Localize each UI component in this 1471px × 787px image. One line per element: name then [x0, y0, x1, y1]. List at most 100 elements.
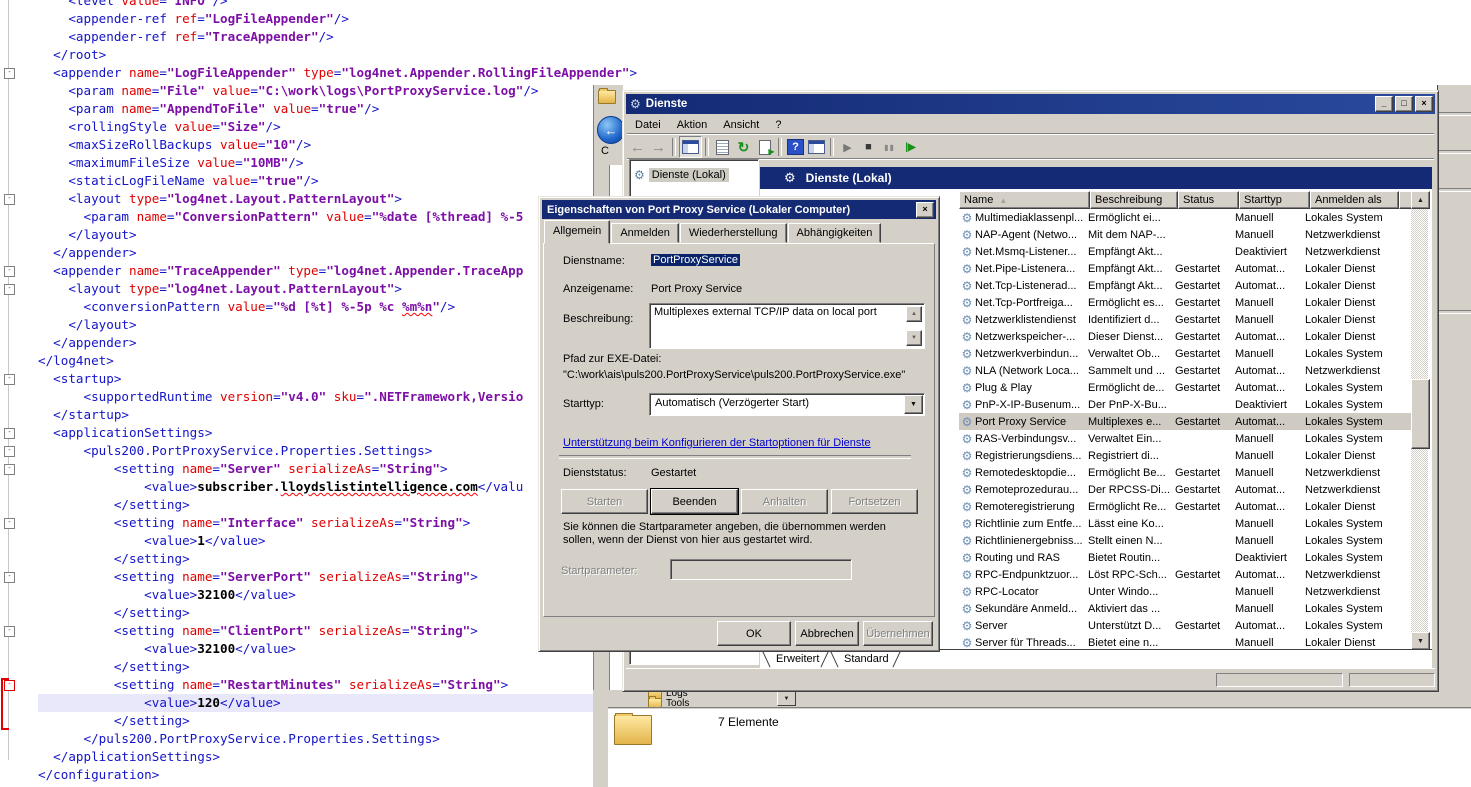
- service-row[interactable]: ⚙Net.Tcp-Portfreiga...Ermöglicht es...Ge…: [959, 294, 1411, 311]
- code-line[interactable]: <value>1</value>: [38, 532, 622, 550]
- tab-wiederherstellung[interactable]: Wiederherstellung: [680, 223, 787, 243]
- code-line[interactable]: <setting name="RestartMinutes" serialize…: [38, 676, 622, 694]
- tree-item-dienste-lokal[interactable]: ⚙ Dienste (Lokal): [634, 168, 729, 182]
- code-line[interactable]: <setting name="ClientPort" serializeAs="…: [38, 622, 622, 640]
- code-line[interactable]: <appender-ref ref="TraceAppender"/>: [38, 28, 622, 46]
- explorer-folder-tools[interactable]: Tools: [648, 698, 689, 707]
- service-row[interactable]: ⚙Netzwerkverbindun...Verwaltet Ob...Gest…: [959, 345, 1411, 362]
- fold-marker[interactable]: -: [4, 572, 15, 583]
- beenden-button[interactable]: Beenden: [651, 489, 738, 514]
- code-line[interactable]: <startup>: [38, 370, 622, 388]
- code-line[interactable]: </root>: [38, 46, 622, 64]
- pause-service-icon[interactable]: ▮▮: [879, 137, 900, 157]
- service-row[interactable]: ⚙Multimediaklassenpl...Ermöglicht ei...M…: [959, 209, 1411, 226]
- column-header-Name[interactable]: Name▲: [959, 191, 1090, 209]
- ok-button[interactable]: OK: [717, 621, 791, 646]
- service-row[interactable]: ⚙Richtlinie zum Entfe...Lässt eine Ko...…: [959, 515, 1411, 532]
- export-list-icon[interactable]: [754, 137, 775, 157]
- start-service-icon[interactable]: ▶: [837, 137, 858, 157]
- column-header-Starttyp[interactable]: Starttyp: [1239, 191, 1310, 209]
- code-line[interactable]: <param name="File" value="C:\work\logs\P…: [38, 82, 622, 100]
- fold-marker[interactable]: -: [4, 194, 15, 205]
- close-button[interactable]: ×: [1415, 96, 1433, 112]
- code-line[interactable]: </setting>: [38, 496, 622, 514]
- code-line[interactable]: <maxSizeRollBackups value="10"/>: [38, 136, 622, 154]
- service-row[interactable]: ⚙Net.Msmq-Listener...Empfängt Akt...Deak…: [959, 243, 1411, 260]
- fold-marker[interactable]: -: [4, 464, 15, 475]
- service-row[interactable]: ⚙RAS-Verbindungsv...Verwaltet Ein...Manu…: [959, 430, 1411, 447]
- dialog-title-bar[interactable]: Eigenschaften von Port Proxy Service (Lo…: [542, 200, 936, 219]
- window-title-bar[interactable]: ⚙ Dienste _□×: [626, 94, 1435, 114]
- code-line[interactable]: <value>subscriber.lloydslistintelligence…: [38, 478, 622, 496]
- code-line[interactable]: <staticLogFileName value="true"/>: [38, 172, 622, 190]
- chevron-down-icon[interactable]: ▼: [904, 395, 923, 414]
- refresh-icon[interactable]: ↻: [733, 137, 754, 157]
- code-line[interactable]: <applicationSettings>: [38, 424, 622, 442]
- support-link[interactable]: Unterstützung beim Konfigurieren der Sta…: [563, 437, 871, 449]
- service-row[interactable]: ⚙Richtlinienergebniss...Stellt einen N..…: [959, 532, 1411, 549]
- fold-marker[interactable]: -: [4, 68, 15, 79]
- code-line[interactable]: </setting>: [38, 604, 622, 622]
- code-line[interactable]: </appender>: [38, 244, 622, 262]
- scroll-down-button[interactable]: ▼: [1411, 632, 1430, 650]
- tab-abhaengigkeiten[interactable]: Abhängigkeiten: [788, 223, 882, 243]
- scroll-thumb[interactable]: [1411, 379, 1430, 449]
- column-header-Beschreibung[interactable]: Beschreibung: [1090, 191, 1178, 209]
- service-row[interactable]: ⚙Netzwerkspeicher-...Dieser Dienst...Ges…: [959, 328, 1411, 345]
- code-line[interactable]: <rollingStyle value="Size"/>: [38, 118, 622, 136]
- service-row[interactable]: ⚙Routing und RASBietet Routin...Deaktivi…: [959, 549, 1411, 566]
- code-line[interactable]: <value>120</value>: [38, 694, 622, 712]
- stop-service-icon[interactable]: ■: [858, 137, 879, 157]
- service-row[interactable]: ⚙Port Proxy ServiceMultiplexes e...Gesta…: [959, 413, 1411, 430]
- window-list-icon[interactable]: [806, 137, 827, 157]
- code-line[interactable]: <appender name="LogFileAppender" type="l…: [38, 64, 622, 82]
- code-line[interactable]: </setting>: [38, 658, 622, 676]
- code-line[interactable]: </puls200.PortProxyService.Properties.Se…: [38, 730, 622, 748]
- scroll-up-button[interactable]: ▲: [906, 306, 922, 322]
- bottom-tab-standard[interactable]: Standard: [844, 653, 889, 665]
- code-line[interactable]: </configuration>: [38, 766, 622, 784]
- fold-marker[interactable]: -: [4, 374, 15, 385]
- beschreibung-box[interactable]: Multiplexes external TCP/IP data on loca…: [649, 303, 925, 349]
- fold-marker[interactable]: -: [4, 428, 15, 439]
- scroll-down-button[interactable]: ▼: [906, 330, 922, 346]
- menu-datei[interactable]: Datei: [627, 117, 669, 133]
- console-tree-icon[interactable]: [679, 136, 702, 158]
- tab-allgemein[interactable]: Allgemein: [544, 220, 610, 244]
- maximize-button[interactable]: □: [1395, 96, 1413, 112]
- minimize-button[interactable]: _: [1375, 96, 1393, 112]
- code-line[interactable]: <appender name="TraceAppender" type="log…: [38, 262, 622, 280]
- dienstname-value[interactable]: PortProxyService: [651, 254, 740, 266]
- code-line[interactable]: <setting name="Server" serializeAs="Stri…: [38, 460, 622, 478]
- dialog-close-button[interactable]: ×: [916, 202, 934, 218]
- tab-anmelden[interactable]: Anmelden: [611, 223, 679, 243]
- code-line[interactable]: <puls200.PortProxyService.Properties.Set…: [38, 442, 622, 460]
- code-line[interactable]: <conversionPattern value="%d [%t] %-5p %…: [38, 298, 622, 316]
- code-line[interactable]: <value>32100</value>: [38, 586, 622, 604]
- service-row[interactable]: ⚙ServerUnterstützt D...GestartetAutomat.…: [959, 617, 1411, 634]
- code-line[interactable]: <maximumFileSize value="10MB"/>: [38, 154, 622, 172]
- fold-marker[interactable]: -: [4, 626, 15, 637]
- column-header-Anmelden als[interactable]: Anmelden als: [1310, 191, 1399, 209]
- starttyp-combobox[interactable]: Automatisch (Verzögerter Start) ▼: [649, 393, 925, 416]
- anhalten-button[interactable]: Anhalten: [741, 489, 828, 514]
- scroll-up-button[interactable]: ▲: [1411, 191, 1430, 209]
- fold-marker[interactable]: -: [4, 518, 15, 529]
- code-line[interactable]: </setting>: [38, 550, 622, 568]
- help-icon[interactable]: ?: [785, 137, 806, 157]
- service-row[interactable]: ⚙Remotedesktopdie...Ermöglicht Be...Gest…: [959, 464, 1411, 481]
- code-line[interactable]: <param name="AppendToFile" value="true"/…: [38, 100, 622, 118]
- fortsetzen-button[interactable]: Fortsetzen: [831, 489, 918, 514]
- fold-marker[interactable]: -: [4, 266, 15, 277]
- fold-marker[interactable]: -: [4, 446, 15, 457]
- back-icon[interactable]: ←: [627, 137, 648, 157]
- bottom-tab-erweitert[interactable]: Erweitert: [776, 653, 819, 665]
- code-line[interactable]: <level value="INFO"/>: [38, 0, 622, 10]
- code-line[interactable]: <setting name="Interface" serializeAs="S…: [38, 514, 622, 532]
- starten-button[interactable]: Starten: [561, 489, 648, 514]
- column-header-Status[interactable]: Status: [1178, 191, 1239, 209]
- forward-icon[interactable]: →: [648, 137, 669, 157]
- code-line[interactable]: <appender-ref ref="LogFileAppender"/>: [38, 10, 622, 28]
- abbrechen-button[interactable]: Abbrechen: [795, 621, 859, 646]
- service-row[interactable]: ⚙Registrierungsdiens...Registriert di...…: [959, 447, 1411, 464]
